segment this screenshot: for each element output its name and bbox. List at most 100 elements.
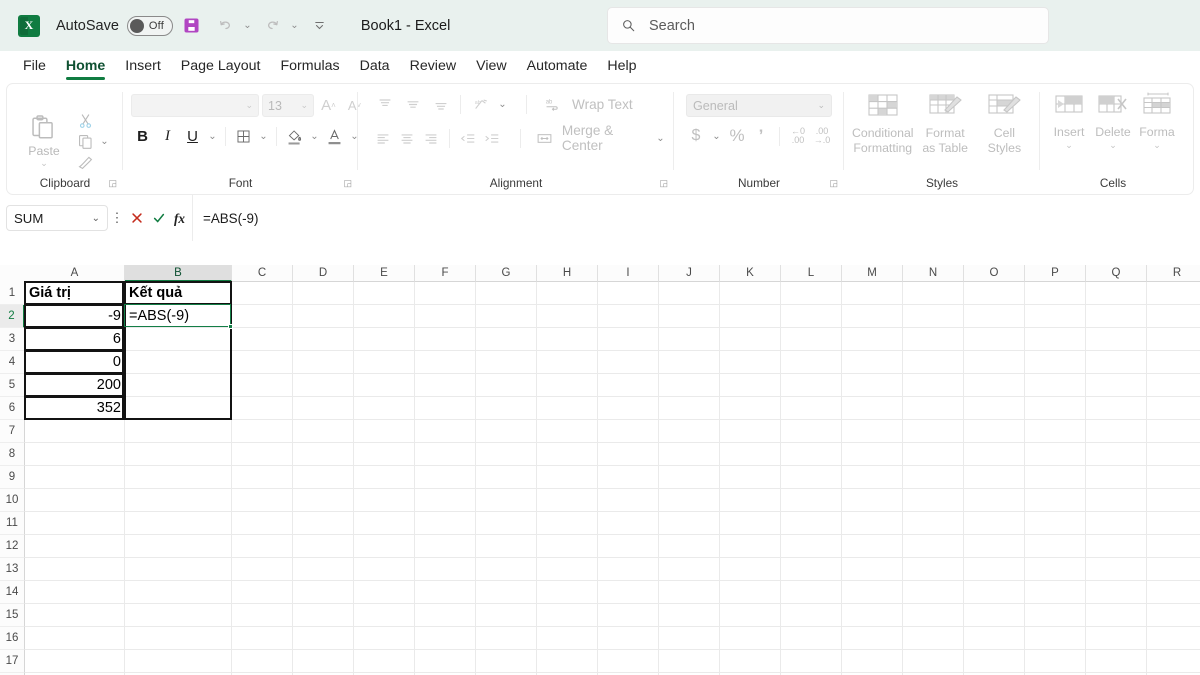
column-header-D[interactable]: D [293,265,354,282]
format-dropdown-icon[interactable]: ⌄ [1153,140,1161,151]
tab-page-layout[interactable]: Page Layout [172,55,270,78]
tab-data[interactable]: Data [351,55,399,78]
increase-decimal-icon[interactable]: ←0.00 [788,125,808,147]
row-header-13[interactable]: 13 [0,558,25,581]
tab-view[interactable]: View [467,55,516,78]
merge-center-icon[interactable] [534,128,555,149]
clipboard-dialog-launcher-icon[interactable]: ◲ [108,178,117,189]
insert-dropdown-icon[interactable]: ⌄ [1065,140,1073,151]
row-header-2[interactable]: 2 [0,305,25,328]
column-header-I[interactable]: I [598,265,659,282]
row-header-4[interactable]: 4 [0,351,25,374]
column-header-Q[interactable]: Q [1086,265,1147,282]
column-header-K[interactable]: K [720,265,781,282]
name-box[interactable]: SUM ⌄ [6,205,108,231]
tab-help[interactable]: Help [598,55,645,78]
redo-dropdown-icon[interactable]: ⌄ [288,20,301,31]
column-header-G[interactable]: G [476,265,537,282]
number-format-dropdown-icon[interactable]: ⌄ [817,100,825,111]
enter-icon[interactable] [148,205,170,231]
column-header-M[interactable]: M [842,265,903,282]
comma-style-icon[interactable]: ’ [751,125,771,147]
font-color-icon[interactable] [323,125,346,148]
align-center-icon[interactable] [396,128,417,149]
orientation-dropdown-icon[interactable]: ⌄ [496,99,509,110]
row-header-12[interactable]: 12 [0,535,25,558]
tab-review[interactable]: Review [401,55,466,78]
row-header-6[interactable]: 6 [0,397,25,420]
bold-button[interactable]: B [131,125,154,148]
formula-input[interactable]: =ABS(-9) [192,195,1200,241]
font-name-dropdown-icon[interactable]: ⌄ [245,100,253,111]
column-header-H[interactable]: H [537,265,598,282]
merge-center-dropdown-icon[interactable]: ⌄ [655,133,666,144]
column-header-O[interactable]: O [964,265,1025,282]
column-header-N[interactable]: N [903,265,964,282]
format-painter-icon[interactable] [77,154,94,171]
row-header-10[interactable]: 10 [0,489,25,512]
cell-B2-editing[interactable]: =ABS(-9) [126,305,229,326]
font-dialog-launcher-icon[interactable]: ◲ [343,178,352,189]
column-header-L[interactable]: L [781,265,842,282]
insert-cells-button[interactable]: Insert ⌄ [1048,92,1090,151]
format-cells-button[interactable]: Forma ⌄ [1136,92,1178,151]
row-header-5[interactable]: 5 [0,374,25,397]
number-dialog-launcher-icon[interactable]: ◲ [829,178,838,189]
copy-icon[interactable] [77,133,94,150]
delete-dropdown-icon[interactable]: ⌄ [1109,140,1117,151]
align-left-icon[interactable] [372,128,393,149]
delete-cells-button[interactable]: Delete ⌄ [1092,92,1134,151]
insert-function-icon[interactable]: fx [170,205,192,231]
italic-button[interactable]: I [156,125,179,148]
text-orientation-icon[interactable]: ab [468,94,493,115]
align-top-icon[interactable] [372,94,397,115]
wrap-text-label[interactable]: Wrap Text [572,97,633,112]
row-header-3[interactable]: 3 [0,328,25,351]
tab-home[interactable]: Home [57,55,114,80]
tab-automate[interactable]: Automate [518,55,597,78]
search-input[interactable]: Search [607,7,1049,44]
column-header-E[interactable]: E [354,265,415,282]
row-header-8[interactable]: 8 [0,443,25,466]
row-header-9[interactable]: 9 [0,466,25,489]
tab-formulas[interactable]: Formulas [271,55,348,78]
row-header-16[interactable]: 16 [0,627,25,650]
cell-styles-button[interactable]: Cell Styles [977,92,1032,157]
customize-quick-access-icon[interactable] [305,11,335,41]
underline-button[interactable]: U [181,125,204,148]
row-header-1[interactable]: 1 [0,282,25,305]
underline-dropdown-icon[interactable]: ⌄ [206,131,219,142]
borders-icon[interactable] [232,125,255,148]
column-header-J[interactable]: J [659,265,720,282]
column-header-R[interactable]: R [1147,265,1200,282]
currency-icon[interactable]: $ [686,125,706,147]
fill-color-icon[interactable] [283,125,306,148]
increase-indent-icon[interactable] [481,128,502,149]
row-header-15[interactable]: 15 [0,604,25,627]
row-header-7[interactable]: 7 [0,420,25,443]
borders-dropdown-icon[interactable]: ⌄ [257,131,270,142]
decrease-indent-icon[interactable] [457,128,478,149]
save-icon[interactable] [177,11,207,41]
column-header-B[interactable]: B [125,265,232,282]
more-options-icon[interactable]: ⋮ [108,210,126,226]
undo-icon[interactable] [211,11,241,41]
align-middle-icon[interactable] [400,94,425,115]
decrease-decimal-icon[interactable]: .00 →.0 [812,125,832,147]
column-header-F[interactable]: F [415,265,476,282]
align-bottom-icon[interactable] [428,94,453,115]
conditional-formatting-button[interactable]: Conditional Formatting [852,92,914,157]
paste-button[interactable]: Paste ⌄ [15,113,73,169]
redo-icon[interactable] [258,11,288,41]
merge-center-label[interactable]: Merge & Center [562,123,644,153]
column-header-C[interactable]: C [232,265,293,282]
row-header-14[interactable]: 14 [0,581,25,604]
column-header-A[interactable]: A [25,265,125,282]
fill-color-dropdown-icon[interactable]: ⌄ [308,131,321,142]
font-size-dropdown-icon[interactable]: ⌄ [300,100,308,111]
cancel-icon[interactable] [126,205,148,231]
format-as-table-button[interactable]: Format as Table [918,92,973,157]
align-right-icon[interactable] [421,128,442,149]
undo-dropdown-icon[interactable]: ⌄ [241,20,254,31]
row-header-17[interactable]: 17 [0,650,25,673]
